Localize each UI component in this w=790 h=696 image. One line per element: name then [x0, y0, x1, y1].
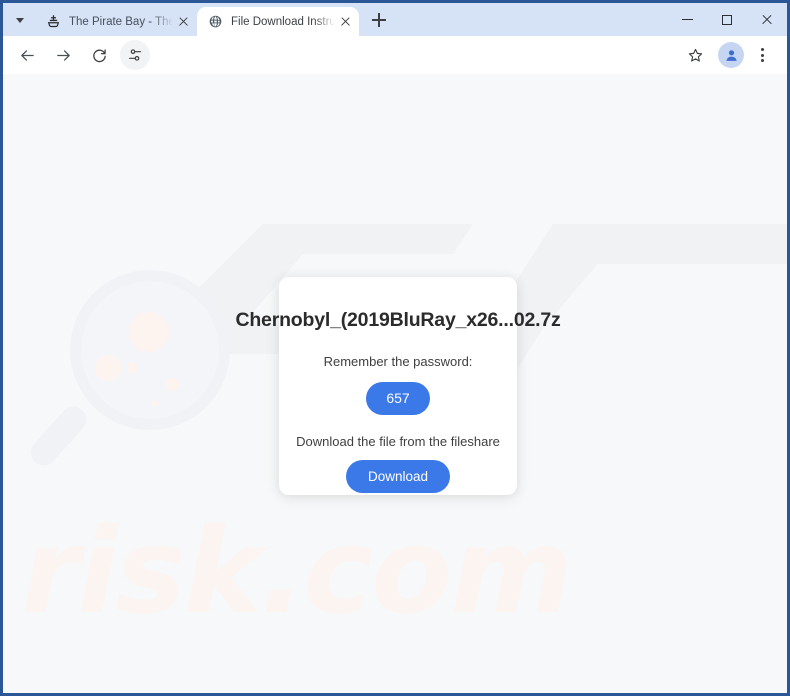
browser-tab-file-download-instructions[interactable]: File Download Instructions for C	[197, 7, 359, 36]
tune-icon	[129, 49, 141, 61]
magnifier-bubble	[129, 312, 169, 352]
browser-menu-button[interactable]	[749, 42, 775, 68]
download-button[interactable]: Download	[345, 459, 451, 493]
tab-title: The Pirate Bay - The galaxy's m	[69, 15, 173, 28]
magnifier-ring	[70, 270, 230, 430]
password-value-badge[interactable]: 657	[366, 381, 430, 415]
star-icon	[688, 48, 702, 62]
maximize-button[interactable]	[707, 3, 747, 36]
close-icon[interactable]	[175, 14, 191, 30]
bookmark-button[interactable]	[680, 40, 710, 70]
magnifier-bubble	[151, 400, 158, 407]
new-tab-button[interactable]	[365, 6, 393, 34]
menu-dot	[760, 59, 764, 62]
magnifier-handle	[25, 401, 92, 471]
reload-button[interactable]	[84, 40, 114, 70]
maximize-icon	[722, 14, 732, 25]
download-instructions-card: Chernobyl_(2019BluRay_x26...02.7z Rememb…	[235, 277, 561, 495]
close-icon[interactable]	[337, 14, 353, 30]
globe-icon	[207, 14, 223, 30]
close-icon	[761, 14, 773, 26]
browser-toolbar	[3, 36, 787, 74]
page-viewport: risk.com Chernobyl_(2019BluRay_x26...02.…	[3, 74, 787, 693]
forward-arrow-icon	[56, 49, 70, 61]
tune-button[interactable]	[120, 40, 150, 70]
chevron-down-icon	[16, 17, 24, 23]
magnifier-bubble	[127, 362, 138, 373]
download-instruction-label: Download the file from the fileshare	[296, 433, 500, 449]
tab-strip: The Pirate Bay - The galaxy's m File Dow…	[3, 3, 787, 36]
forward-button[interactable]	[48, 40, 78, 70]
magnifier-bubble	[166, 378, 179, 391]
window-controls	[667, 3, 787, 36]
watermark-text: risk.com	[21, 502, 573, 640]
menu-dot	[760, 53, 764, 57]
profile-button[interactable]	[718, 42, 744, 68]
file-name-title: Chernobyl_(2019BluRay_x26...02.7z	[235, 309, 561, 331]
reload-icon	[92, 48, 106, 62]
back-button[interactable]	[12, 40, 42, 70]
browser-tab-pirate-bay[interactable]: The Pirate Bay - The galaxy's m	[35, 7, 197, 36]
browser-window: The Pirate Bay - The galaxy's m File Dow…	[0, 0, 790, 696]
close-window-button[interactable]	[747, 3, 787, 36]
tab-search-button[interactable]	[7, 7, 33, 33]
pirate-ship-icon	[45, 14, 61, 30]
back-arrow-icon	[20, 49, 34, 61]
minimize-icon	[681, 18, 693, 21]
menu-dot	[760, 48, 764, 51]
tab-title: File Download Instructions for C	[231, 15, 335, 28]
magnifier-bubble	[95, 355, 121, 381]
person-avatar-icon	[725, 49, 737, 61]
password-label: Remember the password:	[323, 353, 473, 369]
magnifier-icon	[25, 270, 235, 471]
minimize-button[interactable]	[667, 3, 707, 36]
magnifier-glass	[81, 281, 219, 419]
